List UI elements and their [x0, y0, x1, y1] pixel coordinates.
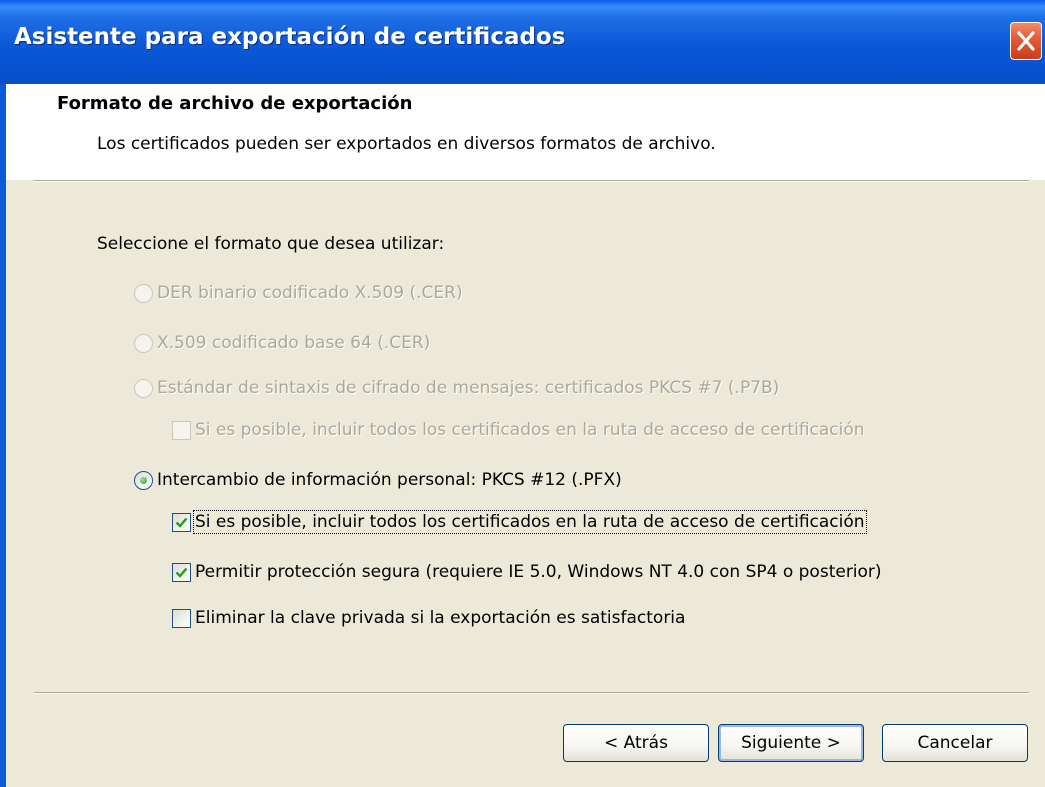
- next-button-label: Siguiente >: [741, 733, 841, 753]
- radio-base64-label: X.509 codificado base 64 (.CER): [157, 333, 431, 353]
- radio-button[interactable]: [134, 378, 153, 398]
- radio-button[interactable]: [134, 470, 153, 490]
- back-button-label: < Atrás: [604, 733, 668, 753]
- format-prompt: Seleccione el formato que desea utilizar…: [97, 234, 445, 254]
- footer-divider: [34, 692, 1029, 694]
- radio-pkcs7-label: Estándar de sintaxis de cifrado de mensa…: [157, 378, 780, 398]
- cancel-button-label: Cancelar: [917, 733, 993, 753]
- radio-pkcs12-label: Intercambio de información personal: PKC…: [157, 470, 622, 490]
- back-button[interactable]: < Atrás: [563, 724, 709, 762]
- cancel-button[interactable]: Cancelar: [882, 724, 1028, 762]
- next-button[interactable]: Siguiente >: [718, 724, 864, 762]
- page-title: Formato de archivo de exportación: [57, 93, 413, 114]
- radio-button[interactable]: [134, 283, 153, 303]
- checkbox-pfx-include-all[interactable]: Si es posible, incluir todos los certifi…: [172, 510, 867, 534]
- wizard-client-area: Formato de archivo de exportación Los ce…: [6, 84, 1045, 787]
- radio-base64[interactable]: X.509 codificado base 64 (.CER): [134, 333, 430, 353]
- checkbox-delete-private-key-label: Eliminar la clave privada si la exportac…: [195, 608, 686, 628]
- close-button[interactable]: [1010, 22, 1042, 60]
- window-title: Asistente para exportación de certificad…: [14, 24, 566, 50]
- checkbox-pfx-include-all-label: Si es posible, incluir todos los certifi…: [193, 510, 867, 534]
- header-divider: [34, 180, 1029, 182]
- checkbox-box[interactable]: [172, 608, 191, 628]
- checkbox-delete-private-key[interactable]: Eliminar la clave privada si la exportac…: [172, 608, 685, 628]
- checkbox-box[interactable]: [172, 562, 191, 582]
- export-wizard-window: Asistente para exportación de certificad…: [0, 0, 1045, 787]
- radio-der-binary[interactable]: DER binario codificado X.509 (.CER): [134, 283, 463, 303]
- checkbox-box[interactable]: [172, 512, 191, 532]
- checkbox-p7b-include-all[interactable]: Si es posible, incluir todos los certifi…: [172, 420, 865, 440]
- title-bar[interactable]: Asistente para exportación de certificad…: [0, 0, 1045, 84]
- radio-button[interactable]: [134, 333, 153, 353]
- checkmark-icon: [175, 517, 188, 528]
- checkbox-p7b-include-all-label: Si es posible, incluir todos los certifi…: [195, 420, 865, 440]
- close-icon: [1017, 31, 1035, 51]
- page-subtitle: Los certificados pueden ser exportados e…: [97, 134, 716, 154]
- checkbox-strong-protection[interactable]: Permitir protección segura (requiere IE …: [172, 562, 882, 582]
- wizard-header: Formato de archivo de exportación Los ce…: [6, 84, 1045, 180]
- radio-pkcs12[interactable]: Intercambio de información personal: PKC…: [134, 470, 622, 490]
- checkbox-strong-protection-label: Permitir protección segura (requiere IE …: [195, 562, 882, 582]
- radio-der-binary-label: DER binario codificado X.509 (.CER): [157, 283, 463, 303]
- checkmark-icon: [175, 567, 188, 578]
- radio-pkcs7[interactable]: Estándar de sintaxis de cifrado de mensa…: [134, 378, 779, 398]
- checkbox-box[interactable]: [172, 420, 191, 440]
- radio-selected-dot: [140, 476, 147, 484]
